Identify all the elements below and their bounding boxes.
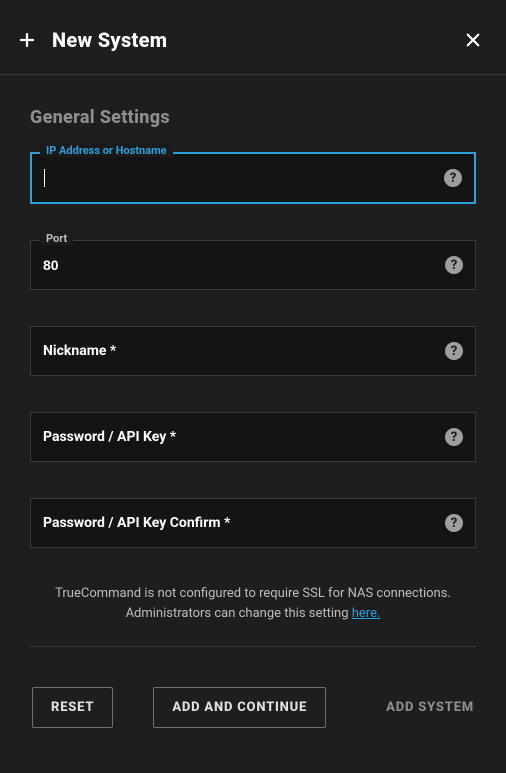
help-icon[interactable]: ? [445, 256, 463, 274]
field-ip-box[interactable]: ? [30, 152, 476, 204]
close-icon[interactable] [462, 29, 484, 51]
field-password-box[interactable]: Password / API Key * ? [30, 412, 476, 462]
field-nickname-box[interactable]: Nickname * ? [30, 326, 476, 376]
ssl-info-text: TrueCommand is not configured to require… [30, 580, 476, 647]
ssl-info-before: TrueCommand is not configured to require… [55, 586, 451, 621]
field-nickname-label: Nickname * [43, 343, 116, 359]
field-password-confirm-box[interactable]: Password / API Key Confirm * ? [30, 498, 476, 548]
text-caret [44, 169, 45, 187]
add-continue-button[interactable]: ADD AND CONTINUE [153, 687, 326, 728]
field-password-confirm-label: Password / API Key Confirm * [43, 515, 230, 531]
section-title: General Settings [30, 107, 476, 128]
plus-icon [16, 29, 38, 51]
add-system-button[interactable]: ADD SYSTEM [386, 700, 474, 715]
dialog-buttons: RESET ADD AND CONTINUE ADD SYSTEM [30, 687, 476, 728]
ssl-settings-link[interactable]: here. [352, 606, 381, 621]
help-icon[interactable]: ? [445, 428, 463, 446]
field-port-box[interactable]: ? [30, 240, 476, 290]
help-icon[interactable]: ? [445, 514, 463, 532]
dialog-title: New System [52, 28, 462, 52]
field-password: Password / API Key * ? [30, 412, 476, 462]
ip-input[interactable] [43, 154, 431, 202]
help-icon[interactable]: ? [444, 169, 462, 187]
field-password-label: Password / API Key * [43, 429, 176, 445]
field-ip-label: IP Address or Hostname [40, 144, 173, 157]
dialog-content: General Settings IP Address or Hostname … [0, 75, 506, 728]
help-icon[interactable]: ? [445, 342, 463, 360]
port-input[interactable] [43, 241, 431, 289]
field-port: Port ? [30, 240, 476, 290]
field-ip: IP Address or Hostname ? [30, 152, 476, 204]
reset-button[interactable]: RESET [32, 687, 113, 728]
field-nickname: Nickname * ? [30, 326, 476, 376]
field-password-confirm: Password / API Key Confirm * ? [30, 498, 476, 548]
field-port-label: Port [40, 232, 73, 245]
dialog-header: New System [0, 0, 506, 75]
